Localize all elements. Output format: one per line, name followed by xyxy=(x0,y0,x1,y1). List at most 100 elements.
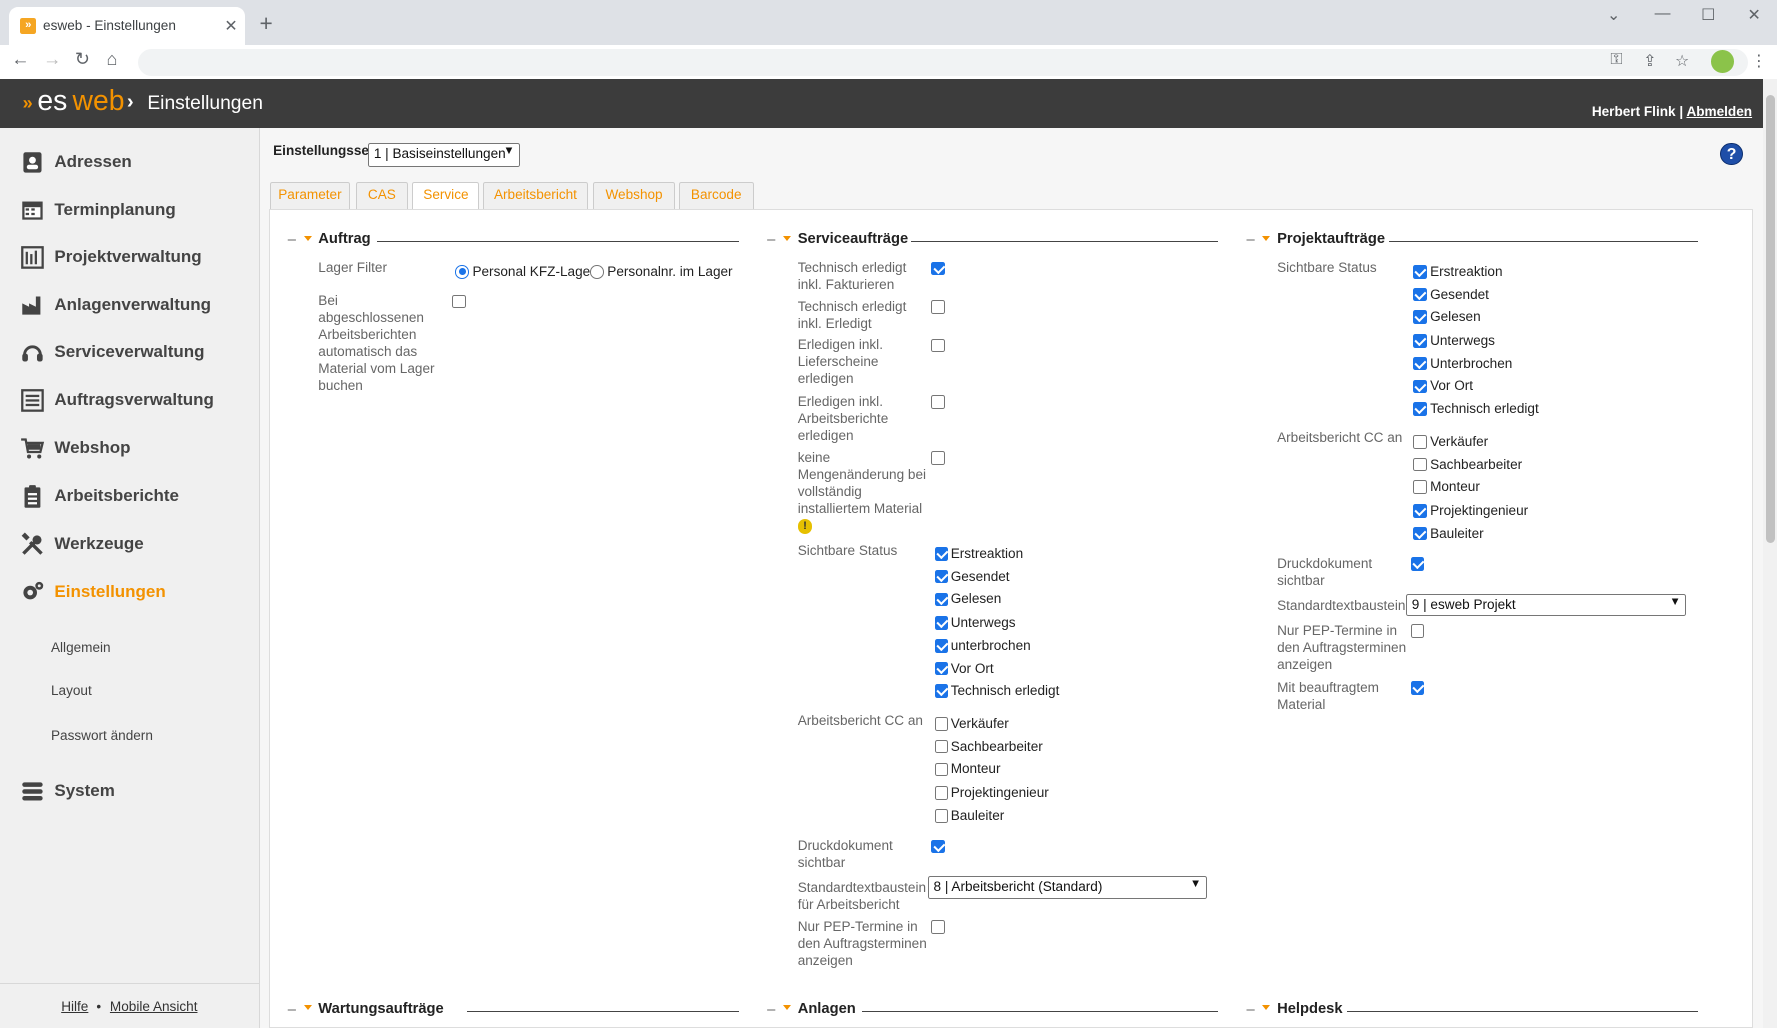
sidebar-item-label: Terminplanung xyxy=(54,199,176,219)
collapse-icon[interactable]: – xyxy=(288,232,296,248)
status-checkbox[interactable] xyxy=(934,616,949,630)
status-checkbox[interactable] xyxy=(934,684,949,698)
share-icon[interactable]: ⇪ xyxy=(1643,51,1656,71)
sidebar-item-terminplanung[interactable]: Terminplanung xyxy=(0,187,260,232)
settings-set-label: Einstellungsset xyxy=(273,142,374,158)
tab-barcode[interactable]: Barcode xyxy=(678,182,754,210)
pep-checkbox[interactable] xyxy=(1410,624,1425,638)
section-divider xyxy=(1347,1010,1698,1012)
status-checkbox[interactable] xyxy=(934,592,949,607)
opt-checkbox[interactable] xyxy=(931,450,946,465)
profile-avatar[interactable] xyxy=(1711,49,1734,73)
sidebar-item-serviceverwaltung[interactable]: Serviceverwaltung xyxy=(0,330,260,375)
section-wartungsauftraege[interactable]: – Wartungsaufträge xyxy=(288,1001,739,1020)
sidebar-item-webshop[interactable]: Webshop xyxy=(0,425,260,470)
section-serviceauftraege[interactable]: – Serviceaufträge xyxy=(767,231,1219,250)
status-checkbox[interactable] xyxy=(1413,334,1427,348)
sidebar-item-arbeitsberichte[interactable]: Arbeitsberichte xyxy=(0,474,260,519)
sidebar-subitem-allgemein[interactable]: Allgemein xyxy=(51,640,111,655)
close-tab-icon[interactable]: ✕ xyxy=(224,16,237,36)
maximize-icon[interactable]: ☐ xyxy=(1701,5,1715,25)
cc-checkbox[interactable] xyxy=(1413,526,1427,541)
status-checkbox[interactable] xyxy=(1413,265,1427,279)
help-link[interactable]: Hilfe xyxy=(61,999,88,1014)
address-bar[interactable] xyxy=(138,48,1748,76)
menu-kebab-icon[interactable]: ⋮ xyxy=(1751,51,1767,71)
new-tab-icon[interactable]: + xyxy=(260,10,273,37)
collapse-icon[interactable]: – xyxy=(767,1002,775,1018)
sidebar-subitem-layout[interactable]: Layout xyxy=(51,683,92,698)
browser-tab[interactable]: » esweb - Einstellungen ✕ xyxy=(9,6,245,46)
cc-checkbox[interactable] xyxy=(934,809,949,823)
druck-checkbox[interactable] xyxy=(1410,557,1425,572)
reload-icon[interactable]: ↻ xyxy=(75,49,90,70)
material-checkbox[interactable] xyxy=(1410,680,1425,695)
sidebar-item-werkzeuge[interactable]: Werkzeuge xyxy=(0,521,260,566)
sidebar-subitem-passwort[interactable]: Passwort ändern xyxy=(51,728,153,743)
settings-set-select[interactable]: 1 | Basiseinstellungen ▼ xyxy=(368,142,521,167)
cc-checkbox[interactable] xyxy=(934,717,949,731)
cc-checkbox[interactable] xyxy=(1413,435,1427,449)
mobile-view-link[interactable]: Mobile Ansicht xyxy=(110,999,198,1014)
section-projektauftraege[interactable]: – Projektaufträge xyxy=(1246,231,1698,250)
section-helpdesk[interactable]: – Helpdesk xyxy=(1246,1001,1698,1020)
cc-checkbox[interactable] xyxy=(1413,480,1427,494)
sidebar-item-einstellungen[interactable]: Einstellungen xyxy=(0,569,260,614)
sidebar-item-anlagenverwaltung[interactable]: Anlagenverwaltung xyxy=(0,282,260,327)
pep-checkbox[interactable] xyxy=(931,920,946,934)
tab-arbeitsbericht[interactable]: Arbeitsbericht xyxy=(482,182,589,210)
warning-icon[interactable]: ! xyxy=(797,518,813,534)
page-scrollbar[interactable] xyxy=(1763,79,1777,1028)
collapse-icon[interactable]: – xyxy=(1246,1002,1254,1018)
help-icon[interactable]: ? xyxy=(1720,142,1743,166)
home-icon[interactable]: ⌂ xyxy=(107,49,118,70)
minimize-icon[interactable]: — xyxy=(1655,5,1671,23)
cc-checkbox[interactable] xyxy=(934,739,949,754)
status-option: Unterwegs xyxy=(1430,333,1495,349)
cc-checkbox[interactable] xyxy=(934,786,949,800)
key-icon[interactable]: ⚿ xyxy=(1610,51,1622,69)
status-checkbox[interactable] xyxy=(1413,310,1427,324)
material-buchen-checkbox[interactable] xyxy=(452,294,466,309)
collapse-icon[interactable]: – xyxy=(1246,232,1254,248)
status-checkbox[interactable] xyxy=(1413,402,1427,416)
radio-personal-kfz-lager[interactable] xyxy=(455,265,470,279)
cc-checkbox[interactable] xyxy=(1413,457,1427,472)
tab-service[interactable]: Service xyxy=(412,182,480,211)
druck-checkbox[interactable] xyxy=(931,839,946,854)
logout-link[interactable]: Abmelden xyxy=(1686,104,1752,119)
status-checkbox[interactable] xyxy=(934,661,949,676)
status-checkbox[interactable] xyxy=(934,639,949,653)
opt-checkbox[interactable] xyxy=(931,395,946,409)
collapse-icon[interactable]: – xyxy=(767,232,775,248)
close-window-icon[interactable]: ✕ xyxy=(1748,5,1761,25)
section-auftrag[interactable]: – Auftrag xyxy=(288,231,739,250)
opt-checkbox[interactable] xyxy=(931,338,946,353)
cc-checkbox[interactable] xyxy=(934,762,949,777)
forward-icon[interactable]: → xyxy=(43,49,61,70)
sidebar-item-adressen[interactable]: Adressen xyxy=(0,139,260,184)
section-anlagen[interactable]: – Anlagen xyxy=(767,1001,1219,1020)
cc-checkbox[interactable] xyxy=(1413,504,1427,518)
tab-search-icon[interactable]: ⌄ xyxy=(1607,5,1620,25)
opt-checkbox[interactable] xyxy=(931,300,946,314)
status-checkbox[interactable] xyxy=(934,569,949,584)
tab-cas[interactable]: CAS xyxy=(355,182,408,210)
sidebar-item-auftragsverwaltung[interactable]: Auftragsverwaltung xyxy=(0,377,260,422)
sidebar-item-projektverwaltung[interactable]: Projektverwaltung xyxy=(0,235,260,280)
status-checkbox[interactable] xyxy=(1413,287,1427,302)
std-select[interactable]: 9 | esweb Projekt ▼ xyxy=(1406,593,1687,617)
sidebar-item-system[interactable]: System xyxy=(0,768,260,813)
radio-personalnr-lager[interactable] xyxy=(590,265,604,279)
status-checkbox[interactable] xyxy=(934,547,949,561)
bookmark-star-icon[interactable]: ☆ xyxy=(1675,51,1689,71)
collapse-icon[interactable]: – xyxy=(288,1002,296,1018)
tab-parameter[interactable]: Parameter xyxy=(269,182,351,210)
back-icon[interactable]: ← xyxy=(11,49,29,70)
std-select[interactable]: 8 | Arbeitsbericht (Standard) ▼ xyxy=(928,875,1207,899)
opt-checkbox[interactable] xyxy=(931,261,946,276)
status-checkbox[interactable] xyxy=(1413,379,1427,394)
status-checkbox[interactable] xyxy=(1413,356,1427,371)
scrollbar-thumb[interactable] xyxy=(1765,95,1775,543)
tab-webshop[interactable]: Webshop xyxy=(592,182,676,210)
